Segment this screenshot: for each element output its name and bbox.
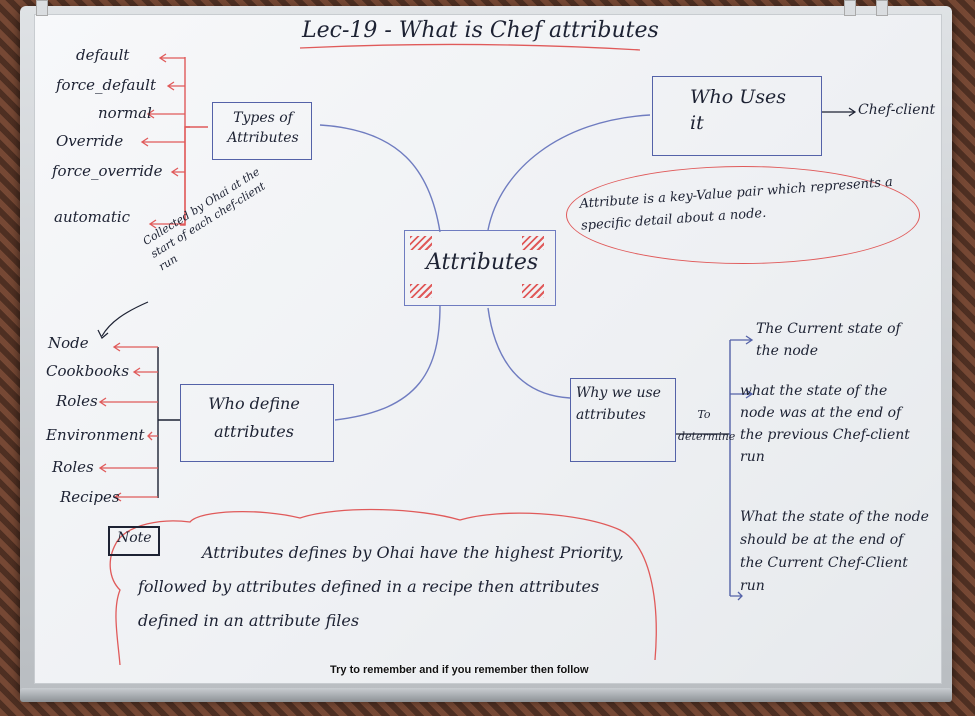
type-item: normal	[98, 104, 152, 122]
who-uses-answer: Chef-client	[858, 102, 936, 118]
decor-hatch	[410, 236, 432, 250]
source-item: Roles	[52, 458, 94, 476]
type-item: force_default	[56, 76, 156, 94]
reason-item: what the state of the node was at the en…	[740, 383, 910, 465]
why-use-connector: To determine	[678, 408, 736, 443]
source-item: Cookbooks	[46, 362, 130, 380]
why-use-label: Why we use attributes	[576, 385, 661, 423]
types-box-label: Types of Attributes	[227, 110, 299, 146]
type-item: default	[76, 46, 130, 64]
source-item: Environment	[46, 426, 145, 444]
source-item: Node	[48, 334, 89, 352]
source-item: Recipes	[60, 488, 120, 506]
type-item: Override	[56, 132, 124, 150]
caption-text: Try to remember and if you remember then…	[330, 664, 589, 676]
reason-item: The Current state of the node	[756, 321, 901, 359]
decor-hatch	[410, 284, 432, 298]
page-title: Lec-19 - What is Chef attributes	[302, 18, 659, 43]
center-node-label: Attributes	[426, 250, 539, 275]
decor-hatch	[522, 284, 544, 298]
decor-hatch	[522, 236, 544, 250]
who-define-label: Who define attributes	[208, 394, 300, 441]
type-item: force_override	[52, 162, 163, 180]
note-text: Attributes defines by Ohai have the high…	[138, 543, 624, 630]
source-item: Roles	[56, 392, 98, 410]
type-item: automatic	[54, 208, 131, 226]
reason-item: What the state of the node should be at …	[740, 509, 929, 594]
who-uses-label: Who Uses it	[690, 86, 787, 134]
